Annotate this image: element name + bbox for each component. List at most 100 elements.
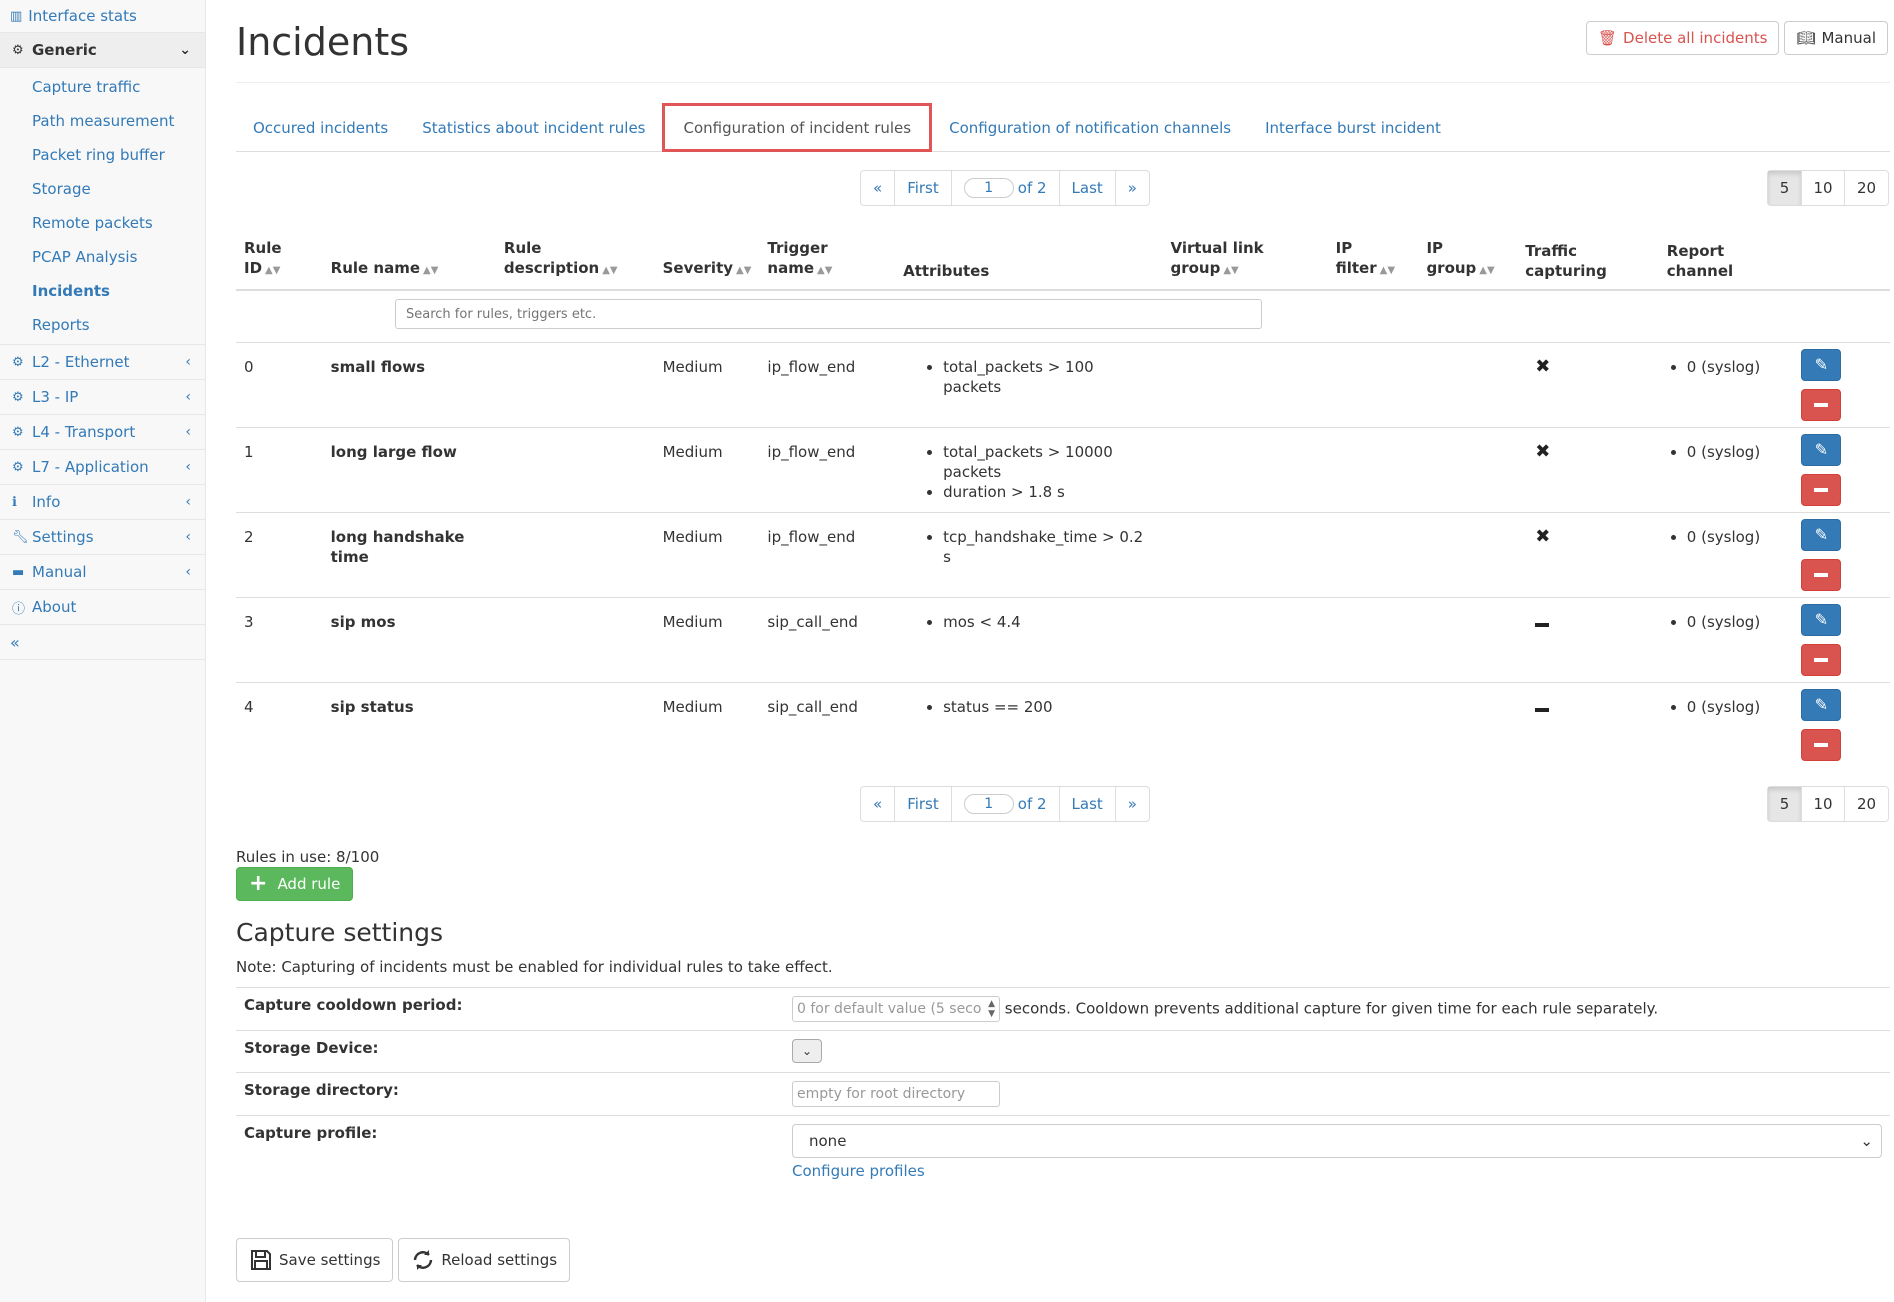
rule-actions: ✎: [1793, 596, 1890, 682]
rule-severity: Medium: [654, 596, 760, 682]
attribute-item: total_packets > 100 packets: [943, 357, 1154, 397]
delete-all-incidents-button[interactable]: 🗑︎ Delete all incidents: [1586, 21, 1780, 55]
channel-item: 0 (syslog): [1687, 612, 1786, 632]
pager-page-input[interactable]: [963, 794, 1014, 814]
tab-notification-channels[interactable]: Configuration of notification channels: [932, 104, 1248, 152]
add-rule-button[interactable]: + Add rule: [236, 867, 354, 901]
sidebar-item-interface-stats[interactable]: ▥ Interface stats: [0, 0, 205, 33]
edit-rule-button[interactable]: ✎: [1801, 348, 1842, 381]
floppy-disk-icon: [251, 1250, 271, 1270]
delete-rule-button[interactable]: [1801, 558, 1842, 591]
delete-rule-button[interactable]: [1801, 643, 1842, 676]
bar-chart-icon: ▥: [10, 8, 23, 24]
pager-first[interactable]: First: [895, 787, 952, 821]
sidebar-item-pcap-analysis[interactable]: PCAP Analysis: [0, 240, 205, 274]
tab-occured-incidents[interactable]: Occured incidents: [236, 104, 405, 152]
spinner-icon[interactable]: ▲ ▼: [988, 999, 995, 1019]
rule-trigger: sip_call_end: [759, 681, 896, 762]
rule-severity: Medium: [654, 426, 760, 512]
edit-rule-button[interactable]: ✎: [1801, 688, 1842, 721]
pager-next[interactable]: »: [1116, 787, 1149, 821]
reload-settings-button[interactable]: Reload settings: [398, 1238, 571, 1282]
sidebar-section-info[interactable]: ℹ Info ‹: [0, 485, 205, 520]
page-size-20[interactable]: 20: [1845, 787, 1888, 821]
capture-cooldown-input[interactable]: 0 for default value (5 seco ▲ ▼: [792, 996, 1000, 1022]
sidebar-section-l3-ip[interactable]: ⚙ L3 - IP ‹: [0, 380, 205, 415]
page-size-5[interactable]: 5: [1768, 787, 1802, 821]
rule-ip-filter: [1327, 426, 1419, 512]
pager-first[interactable]: First: [895, 171, 952, 205]
sidebar-section-manual[interactable]: ▬ Manual ‹: [0, 555, 205, 590]
edit-rule-button[interactable]: ✎: [1801, 433, 1842, 466]
tab-configuration-of-incident-rules[interactable]: Configuration of incident rules: [662, 103, 933, 152]
rule-id: 4: [236, 681, 323, 762]
sidebar-item-reports[interactable]: Reports: [0, 308, 205, 342]
storage-directory-row: Storage directory: empty for root direct…: [236, 1072, 1890, 1116]
book-icon: 📖︎: [1796, 29, 1816, 47]
rule-attributes: mos < 4.4: [895, 596, 1163, 682]
sidebar-section-generic[interactable]: ⚙ Generic ⌄: [0, 33, 205, 68]
rule-description: [495, 426, 655, 512]
sort-icon: ▲▼: [817, 265, 833, 276]
sidebar-section-l2-ethernet[interactable]: ⚙ L2 - Ethernet ‹: [0, 345, 205, 380]
storage-device-select[interactable]: ⌄: [792, 1039, 822, 1063]
rule-report-channel: 0 (syslog): [1658, 511, 1794, 597]
pager-prev[interactable]: «: [861, 171, 896, 205]
pager-last[interactable]: Last: [1060, 171, 1116, 205]
chevron-left-icon: ‹: [185, 389, 191, 405]
manual-button[interactable]: 📖︎ Manual: [1784, 21, 1888, 55]
rule-traffic-capturing: ✖: [1517, 341, 1659, 427]
delete-rule-button[interactable]: [1801, 473, 1842, 506]
edit-rule-button[interactable]: ✎: [1801, 518, 1842, 551]
sidebar-item-packet-ring-buffer[interactable]: Packet ring buffer: [0, 138, 205, 172]
rule-traffic-capturing: ✖: [1517, 511, 1659, 597]
pager-prev[interactable]: «: [861, 787, 896, 821]
col-ip-group[interactable]: IP group ▲▼: [1418, 226, 1518, 291]
page-size-20[interactable]: 20: [1845, 171, 1888, 205]
minus-icon: [1814, 487, 1829, 492]
tab-statistics[interactable]: Statistics about incident rules: [405, 104, 662, 152]
col-trigger-name[interactable]: Trigger name ▲▼: [759, 226, 896, 291]
search-input[interactable]: [395, 299, 1262, 329]
rules-table: Rule ID ▲▼ Rule name ▲▼ Rule description ▲▼ S…: [236, 226, 1890, 762]
storage-directory-input[interactable]: empty for root directory: [792, 1081, 1000, 1107]
col-severity[interactable]: Severity ▲▼: [654, 226, 760, 291]
page-size-5[interactable]: 5: [1768, 171, 1802, 205]
col-rule-id[interactable]: Rule ID ▲▼: [236, 226, 323, 291]
delete-rule-button[interactable]: [1801, 388, 1842, 421]
refresh-icon: [414, 1250, 433, 1270]
rule-actions: ✎: [1793, 341, 1890, 427]
pager-next[interactable]: »: [1116, 171, 1149, 205]
sidebar-section-l7-application[interactable]: ⚙ L7 - Application ‹: [0, 450, 205, 485]
sidebar-item-remote-packets[interactable]: Remote packets: [0, 206, 205, 240]
col-ip-filter[interactable]: IP filter ▲▼: [1327, 226, 1419, 291]
channel-item: 0 (syslog): [1687, 527, 1786, 547]
sidebar-section-about[interactable]: ⓘ About: [0, 590, 205, 625]
pager-page-input[interactable]: [963, 178, 1014, 198]
rule-description: [495, 511, 655, 597]
sidebar-section-l4-transport[interactable]: ⚙ L4 - Transport ‹: [0, 415, 205, 450]
tab-interface-burst-incident[interactable]: Interface burst incident: [1248, 104, 1458, 152]
pager-last[interactable]: Last: [1060, 787, 1116, 821]
sidebar-item-path-measurement[interactable]: Path measurement: [0, 104, 205, 138]
rule-virtual-link-group: [1162, 511, 1328, 597]
edit-rule-button[interactable]: ✎: [1801, 603, 1842, 636]
sidebar-item-incidents[interactable]: Incidents: [0, 274, 205, 308]
configure-profiles-link[interactable]: Configure profiles: [792, 1162, 925, 1180]
capture-profile-select[interactable]: none ⌄: [792, 1124, 1882, 1158]
rule-virtual-link-group: [1162, 341, 1328, 427]
col-rule-description[interactable]: Rule description ▲▼: [495, 226, 655, 291]
chevron-left-icon: ‹: [185, 459, 191, 475]
page-size-10[interactable]: 10: [1802, 171, 1845, 205]
sidebar-section-settings[interactable]: 🔧︎ Settings ‹: [0, 520, 205, 555]
sidebar-item-storage[interactable]: Storage: [0, 172, 205, 206]
chevron-down-icon: ⌄: [1860, 1132, 1873, 1150]
col-rule-name[interactable]: Rule name ▲▼: [322, 226, 496, 291]
page-size-10[interactable]: 10: [1802, 787, 1845, 821]
pencil-icon: ✎: [1814, 609, 1829, 629]
sidebar-item-capture-traffic[interactable]: Capture traffic: [0, 70, 205, 104]
delete-rule-button[interactable]: [1801, 728, 1842, 761]
sidebar-collapse-button[interactable]: «: [0, 625, 205, 660]
save-settings-button[interactable]: Save settings: [236, 1238, 394, 1282]
col-virtual-link-group[interactable]: Virtual link group ▲▼: [1162, 226, 1328, 291]
